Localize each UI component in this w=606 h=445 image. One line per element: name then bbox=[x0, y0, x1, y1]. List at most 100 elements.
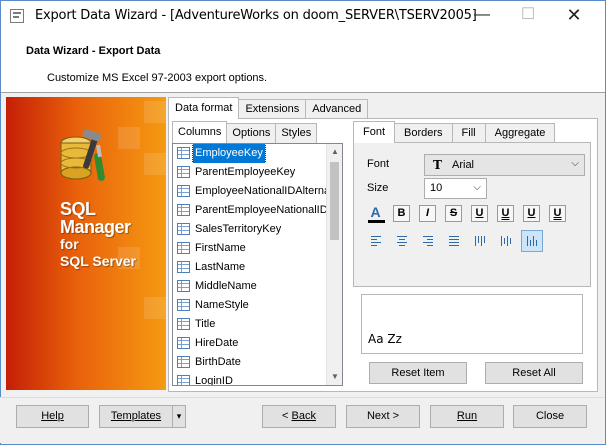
wizard-step-title: Data Wizard - Export Data bbox=[26, 45, 161, 57]
brand-line-4: SQL Server bbox=[60, 253, 137, 269]
list-item[interactable]: LoginID bbox=[173, 372, 342, 385]
font-color-button[interactable]: A bbox=[367, 204, 385, 223]
database-tools-icon bbox=[60, 129, 105, 181]
size-label: Size bbox=[367, 182, 389, 194]
underline-accounting-button[interactable]: U bbox=[523, 205, 540, 222]
tab-font[interactable]: Font bbox=[353, 121, 396, 143]
valign-top-icon bbox=[475, 236, 485, 246]
tab-styles[interactable]: Styles bbox=[275, 123, 318, 143]
font-size-select[interactable]: 10 ⌵ bbox=[424, 178, 487, 199]
scroll-up-icon[interactable]: ▲ bbox=[327, 144, 343, 160]
list-item[interactable]: LastName bbox=[173, 258, 342, 277]
minimize-button[interactable]: — bbox=[459, 1, 505, 31]
list-item[interactable]: FirstName bbox=[173, 239, 342, 258]
templates-label: Templates bbox=[110, 410, 162, 422]
reset-all-button[interactable]: Reset All bbox=[485, 362, 583, 384]
underline-single-button[interactable]: U bbox=[471, 205, 488, 222]
strikethrough-button[interactable]: S bbox=[445, 205, 462, 222]
tab-data-format[interactable]: Data format bbox=[168, 97, 240, 119]
font-preview: Aa Zz bbox=[361, 294, 583, 354]
table-column-icon bbox=[177, 223, 190, 235]
list-item[interactable]: ParentEmployeeKey bbox=[173, 163, 342, 182]
scroll-down-icon[interactable]: ▼ bbox=[327, 369, 343, 385]
tab-columns[interactable]: Columns bbox=[172, 121, 228, 143]
tab-extensions[interactable]: Extensions bbox=[238, 99, 307, 119]
list-item[interactable]: ParentEmployeeNationalIDAlternateKey bbox=[173, 201, 342, 220]
list-item[interactable]: MiddleName bbox=[173, 277, 342, 296]
list-item[interactable]: EmployeeNationalIDAlternateKey bbox=[173, 182, 342, 201]
align-center-button[interactable] bbox=[393, 232, 410, 249]
back-arrow: < bbox=[282, 410, 292, 422]
list-item[interactable]: SalesTerritoryKey bbox=[173, 220, 342, 239]
banner-decor bbox=[144, 153, 166, 175]
valign-bottom-button[interactable] bbox=[521, 230, 543, 252]
columns-scrollbar[interactable]: ▲ ▼ bbox=[326, 144, 342, 385]
chevron-down-icon: ▾ bbox=[176, 411, 182, 421]
close-button[interactable]: Close bbox=[513, 405, 587, 428]
window-title: Export Data Wizard - [AdventureWorks on … bbox=[35, 8, 477, 23]
bold-button[interactable]: B bbox=[393, 205, 410, 222]
valign-top-button[interactable] bbox=[471, 232, 488, 249]
underline-double-button[interactable]: U bbox=[497, 205, 514, 222]
brand-line-3: for bbox=[60, 236, 79, 252]
banner-decor bbox=[144, 297, 166, 319]
align-right-icon bbox=[423, 236, 433, 246]
align-left-button[interactable] bbox=[367, 232, 384, 249]
list-item[interactable]: HireDate bbox=[173, 334, 342, 353]
tab-options[interactable]: Options bbox=[226, 123, 277, 143]
table-column-icon bbox=[177, 166, 190, 178]
list-item[interactable]: EmployeeKey bbox=[173, 144, 342, 163]
close-window-button[interactable]: ✕ bbox=[551, 1, 597, 31]
table-column-icon bbox=[177, 375, 190, 385]
table-column-icon bbox=[177, 242, 190, 254]
italic-button[interactable]: I bbox=[419, 205, 436, 222]
tab-fill[interactable]: Fill bbox=[451, 123, 486, 143]
align-justify-icon bbox=[449, 236, 459, 246]
reset-item-button[interactable]: Reset Item bbox=[369, 362, 467, 384]
preview-text: Aa Zz bbox=[368, 332, 402, 346]
wizard-header: Data Wizard - Export Data Customize MS E… bbox=[1, 31, 605, 93]
title-bar: Export Data Wizard - [AdventureWorks on … bbox=[1, 1, 605, 31]
tab-borders[interactable]: Borders bbox=[394, 123, 453, 143]
wizard-step-subtitle: Customize MS Excel 97-2003 export option… bbox=[47, 72, 268, 84]
back-label: Back bbox=[291, 410, 316, 422]
align-center-icon bbox=[397, 236, 407, 246]
brand-banner: SQL Manager for SQL Server bbox=[6, 97, 166, 390]
font-color-icon: A bbox=[370, 204, 381, 220]
tab-aggregate[interactable]: Aggregate bbox=[484, 123, 556, 143]
align-justify-button[interactable] bbox=[445, 232, 462, 249]
tab-advanced[interactable]: Advanced bbox=[305, 99, 369, 119]
help-button[interactable]: Help bbox=[16, 405, 89, 428]
run-button[interactable]: Run bbox=[430, 405, 504, 428]
next-button[interactable]: Next > bbox=[346, 405, 420, 428]
table-column-icon bbox=[177, 337, 190, 349]
table-column-icon bbox=[177, 204, 190, 216]
list-item[interactable]: BirthDate bbox=[173, 353, 342, 372]
list-item[interactable]: NameStyle bbox=[173, 296, 342, 315]
next-label: Next > bbox=[366, 410, 400, 422]
columns-list[interactable]: EmployeeKey ParentEmployeeKey EmployeeNa… bbox=[172, 143, 343, 386]
banner-decor bbox=[144, 101, 166, 123]
sub-tabs: Columns Options Styles bbox=[172, 121, 318, 143]
banner-decor bbox=[118, 127, 140, 149]
font-size-value: 10 bbox=[430, 182, 443, 194]
templates-button[interactable]: Templates bbox=[99, 405, 173, 428]
main-tabs: Data format Extensions Advanced bbox=[168, 97, 369, 119]
table-column-icon bbox=[177, 185, 190, 197]
scroll-thumb[interactable] bbox=[330, 162, 339, 240]
close-label: Close bbox=[535, 410, 565, 422]
table-column-icon bbox=[177, 280, 190, 292]
truetype-icon: T bbox=[433, 158, 442, 172]
underline-double-accounting-button[interactable]: U bbox=[549, 205, 566, 222]
font-family-select[interactable]: T Arial ⌵ bbox=[424, 154, 585, 176]
valign-bottom-icon bbox=[527, 236, 537, 246]
brand-line-1: SQL bbox=[60, 199, 96, 219]
list-item[interactable]: Title bbox=[173, 315, 342, 334]
valign-center-button[interactable] bbox=[497, 232, 514, 249]
app-window-icon bbox=[10, 9, 24, 23]
font-family-value: Arial bbox=[452, 159, 475, 171]
align-right-button[interactable] bbox=[419, 232, 436, 249]
back-button[interactable]: < Back bbox=[262, 405, 336, 428]
format-tabs: Font Borders Fill Aggregate bbox=[353, 121, 556, 143]
templates-dropdown-button[interactable]: ▾ bbox=[172, 405, 186, 428]
